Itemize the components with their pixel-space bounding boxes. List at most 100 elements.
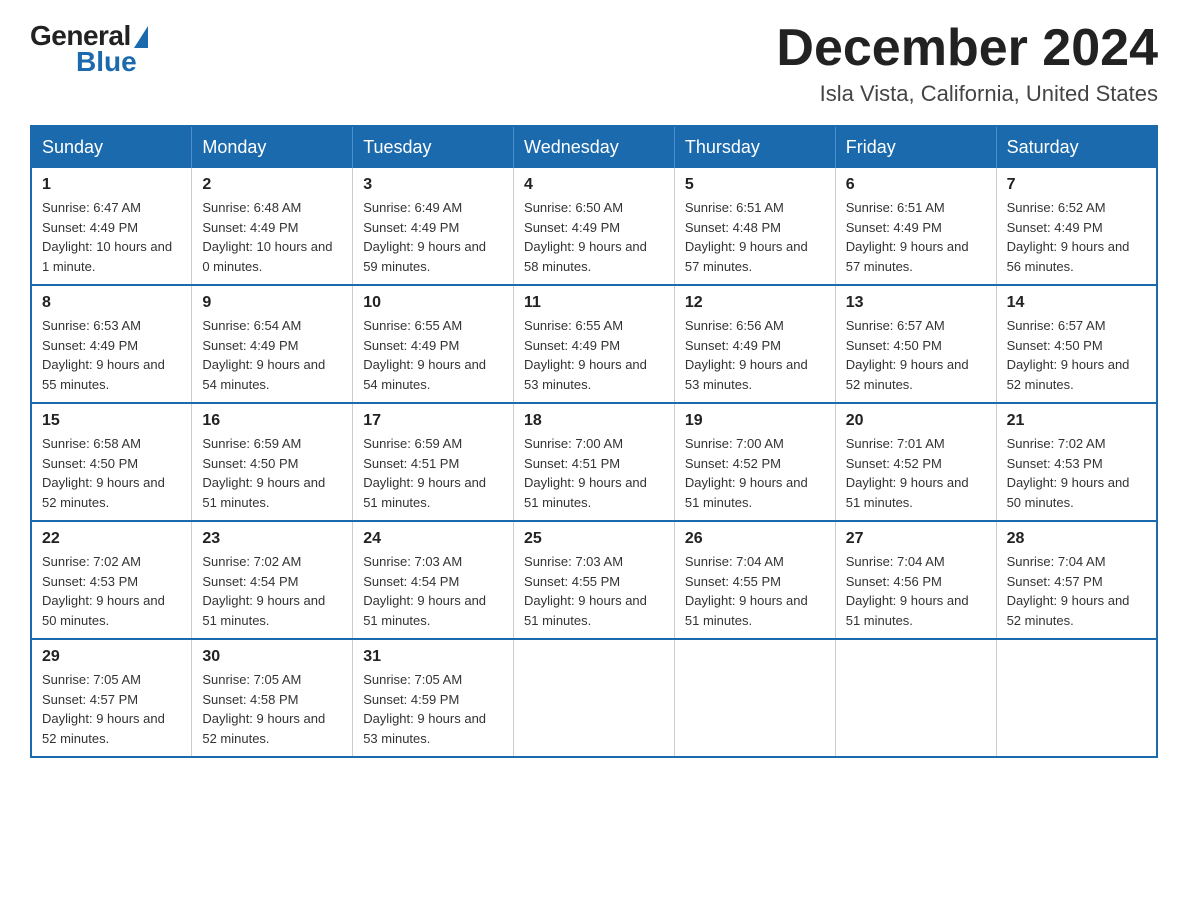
- calendar-cell: 23 Sunrise: 7:02 AMSunset: 4:54 PMDayligh…: [192, 521, 353, 639]
- calendar-cell: [514, 639, 675, 757]
- calendar-cell: 12 Sunrise: 6:56 AMSunset: 4:49 PMDayligh…: [674, 285, 835, 403]
- calendar-week-row: 15Sunrise: 6:58 AMSunset: 4:50 PMDayligh…: [31, 403, 1157, 521]
- calendar-cell: [996, 639, 1157, 757]
- day-info: Sunrise: 7:01 AMSunset: 4:52 PMDaylight:…: [846, 434, 986, 512]
- day-number: 6: [846, 176, 986, 194]
- day-info: Sunrise: 6:48 AMSunset: 4:49 PMDaylight:…: [202, 198, 342, 276]
- calendar-week-row: 8 Sunrise: 6:53 AMSunset: 4:49 PMDaylight…: [31, 285, 1157, 403]
- weekday-header-row: SundayMondayTuesdayWednesdayThursdayFrid…: [31, 126, 1157, 168]
- day-info: Sunrise: 6:53 AMSunset: 4:49 PMDaylight:…: [42, 316, 181, 394]
- calendar-cell: 5 Sunrise: 6:51 AMSunset: 4:48 PMDaylight…: [674, 168, 835, 285]
- day-info: Sunrise: 6:59 AMSunset: 4:51 PMDaylight:…: [363, 434, 503, 512]
- calendar-cell: 3 Sunrise: 6:49 AMSunset: 4:49 PMDaylight…: [353, 168, 514, 285]
- calendar-cell: 2 Sunrise: 6:48 AMSunset: 4:49 PMDaylight…: [192, 168, 353, 285]
- day-info: Sunrise: 6:57 AMSunset: 4:50 PMDaylight:…: [846, 316, 986, 394]
- day-number: 5: [685, 176, 825, 194]
- day-number: 30: [202, 648, 342, 666]
- day-info: Sunrise: 6:49 AMSunset: 4:49 PMDaylight:…: [363, 198, 503, 276]
- day-info: Sunrise: 6:54 AMSunset: 4:49 PMDaylight:…: [202, 316, 342, 394]
- day-info: Sunrise: 6:47 AMSunset: 4:49 PMDaylight:…: [42, 198, 181, 276]
- day-info: Sunrise: 7:04 AMSunset: 4:57 PMDaylight:…: [1007, 552, 1146, 630]
- weekday-header-thursday: Thursday: [674, 126, 835, 168]
- day-number: 29: [42, 648, 181, 666]
- logo-blue-text: Blue: [76, 48, 137, 76]
- calendar-cell: 22 Sunrise: 7:02 AMSunset: 4:53 PMDayligh…: [31, 521, 192, 639]
- calendar-cell: 31 Sunrise: 7:05 AMSunset: 4:59 PMDayligh…: [353, 639, 514, 757]
- day-number: 28: [1007, 530, 1146, 548]
- day-info: Sunrise: 7:02 AMSunset: 4:53 PMDaylight:…: [1007, 434, 1146, 512]
- calendar-cell: 17Sunrise: 6:59 AMSunset: 4:51 PMDayligh…: [353, 403, 514, 521]
- calendar-cell: 14 Sunrise: 6:57 AMSunset: 4:50 PMDayligh…: [996, 285, 1157, 403]
- calendar-cell: 6Sunrise: 6:51 AMSunset: 4:49 PMDaylight…: [835, 168, 996, 285]
- day-info: Sunrise: 7:02 AMSunset: 4:53 PMDaylight:…: [42, 552, 181, 630]
- day-info: Sunrise: 7:02 AMSunset: 4:54 PMDaylight:…: [202, 552, 342, 630]
- calendar-cell: [835, 639, 996, 757]
- calendar-cell: 4 Sunrise: 6:50 AMSunset: 4:49 PMDaylight…: [514, 168, 675, 285]
- day-number: 24: [363, 530, 503, 548]
- calendar-cell: 8 Sunrise: 6:53 AMSunset: 4:49 PMDaylight…: [31, 285, 192, 403]
- day-info: Sunrise: 6:51 AMSunset: 4:48 PMDaylight:…: [685, 198, 825, 276]
- day-number: 4: [524, 176, 664, 194]
- day-info: Sunrise: 6:50 AMSunset: 4:49 PMDaylight:…: [524, 198, 664, 276]
- weekday-header-wednesday: Wednesday: [514, 126, 675, 168]
- calendar-cell: 24 Sunrise: 7:03 AMSunset: 4:54 PMDayligh…: [353, 521, 514, 639]
- calendar-cell: [674, 639, 835, 757]
- day-info: Sunrise: 6:56 AMSunset: 4:49 PMDaylight:…: [685, 316, 825, 394]
- day-info: Sunrise: 7:05 AMSunset: 4:59 PMDaylight:…: [363, 670, 503, 748]
- calendar-week-row: 22 Sunrise: 7:02 AMSunset: 4:53 PMDayligh…: [31, 521, 1157, 639]
- day-number: 27: [846, 530, 986, 548]
- day-info: Sunrise: 6:57 AMSunset: 4:50 PMDaylight:…: [1007, 316, 1146, 394]
- logo-triangle-icon: [134, 26, 148, 48]
- day-number: 19: [685, 412, 825, 430]
- day-number: 22: [42, 530, 181, 548]
- calendar-cell: 25 Sunrise: 7:03 AMSunset: 4:55 PMDayligh…: [514, 521, 675, 639]
- day-number: 11: [524, 294, 664, 312]
- day-number: 18: [524, 412, 664, 430]
- day-info: Sunrise: 7:03 AMSunset: 4:55 PMDaylight:…: [524, 552, 664, 630]
- day-number: 13: [846, 294, 986, 312]
- weekday-header-tuesday: Tuesday: [353, 126, 514, 168]
- day-info: Sunrise: 7:05 AMSunset: 4:57 PMDaylight:…: [42, 670, 181, 748]
- calendar-cell: 21 Sunrise: 7:02 AMSunset: 4:53 PMDayligh…: [996, 403, 1157, 521]
- calendar-week-row: 1Sunrise: 6:47 AMSunset: 4:49 PMDaylight…: [31, 168, 1157, 285]
- calendar-cell: 29 Sunrise: 7:05 AMSunset: 4:57 PMDayligh…: [31, 639, 192, 757]
- day-number: 3: [363, 176, 503, 194]
- day-number: 12: [685, 294, 825, 312]
- day-info: Sunrise: 7:04 AMSunset: 4:55 PMDaylight:…: [685, 552, 825, 630]
- calendar-cell: 30 Sunrise: 7:05 AMSunset: 4:58 PMDayligh…: [192, 639, 353, 757]
- calendar-week-row: 29 Sunrise: 7:05 AMSunset: 4:57 PMDayligh…: [31, 639, 1157, 757]
- calendar-cell: 19 Sunrise: 7:00 AMSunset: 4:52 PMDayligh…: [674, 403, 835, 521]
- weekday-header-monday: Monday: [192, 126, 353, 168]
- day-number: 25: [524, 530, 664, 548]
- weekday-header-saturday: Saturday: [996, 126, 1157, 168]
- day-number: 2: [202, 176, 342, 194]
- day-number: 23: [202, 530, 342, 548]
- calendar-cell: 13 Sunrise: 6:57 AMSunset: 4:50 PMDayligh…: [835, 285, 996, 403]
- logo: General Blue: [30, 20, 148, 76]
- day-number: 26: [685, 530, 825, 548]
- calendar-cell: 16Sunrise: 6:59 AMSunset: 4:50 PMDayligh…: [192, 403, 353, 521]
- day-number: 21: [1007, 412, 1146, 430]
- day-info: Sunrise: 7:03 AMSunset: 4:54 PMDaylight:…: [363, 552, 503, 630]
- page-header: General Blue December 2024 Isla Vista, C…: [30, 20, 1158, 107]
- day-info: Sunrise: 6:52 AMSunset: 4:49 PMDaylight:…: [1007, 198, 1146, 276]
- calendar-cell: 15Sunrise: 6:58 AMSunset: 4:50 PMDayligh…: [31, 403, 192, 521]
- day-number: 8: [42, 294, 181, 312]
- day-info: Sunrise: 7:05 AMSunset: 4:58 PMDaylight:…: [202, 670, 342, 748]
- calendar-cell: 27Sunrise: 7:04 AMSunset: 4:56 PMDayligh…: [835, 521, 996, 639]
- month-title: December 2024: [776, 20, 1158, 77]
- day-number: 20: [846, 412, 986, 430]
- calendar-cell: 18Sunrise: 7:00 AMSunset: 4:51 PMDayligh…: [514, 403, 675, 521]
- day-number: 7: [1007, 176, 1146, 194]
- calendar-table: SundayMondayTuesdayWednesdayThursdayFrid…: [30, 125, 1158, 758]
- day-info: Sunrise: 7:00 AMSunset: 4:52 PMDaylight:…: [685, 434, 825, 512]
- day-info: Sunrise: 6:59 AMSunset: 4:50 PMDaylight:…: [202, 434, 342, 512]
- weekday-header-sunday: Sunday: [31, 126, 192, 168]
- calendar-cell: 9Sunrise: 6:54 AMSunset: 4:49 PMDaylight…: [192, 285, 353, 403]
- day-info: Sunrise: 6:55 AMSunset: 4:49 PMDaylight:…: [363, 316, 503, 394]
- day-number: 14: [1007, 294, 1146, 312]
- day-info: Sunrise: 6:58 AMSunset: 4:50 PMDaylight:…: [42, 434, 181, 512]
- day-number: 31: [363, 648, 503, 666]
- calendar-cell: 28 Sunrise: 7:04 AMSunset: 4:57 PMDayligh…: [996, 521, 1157, 639]
- calendar-cell: 1Sunrise: 6:47 AMSunset: 4:49 PMDaylight…: [31, 168, 192, 285]
